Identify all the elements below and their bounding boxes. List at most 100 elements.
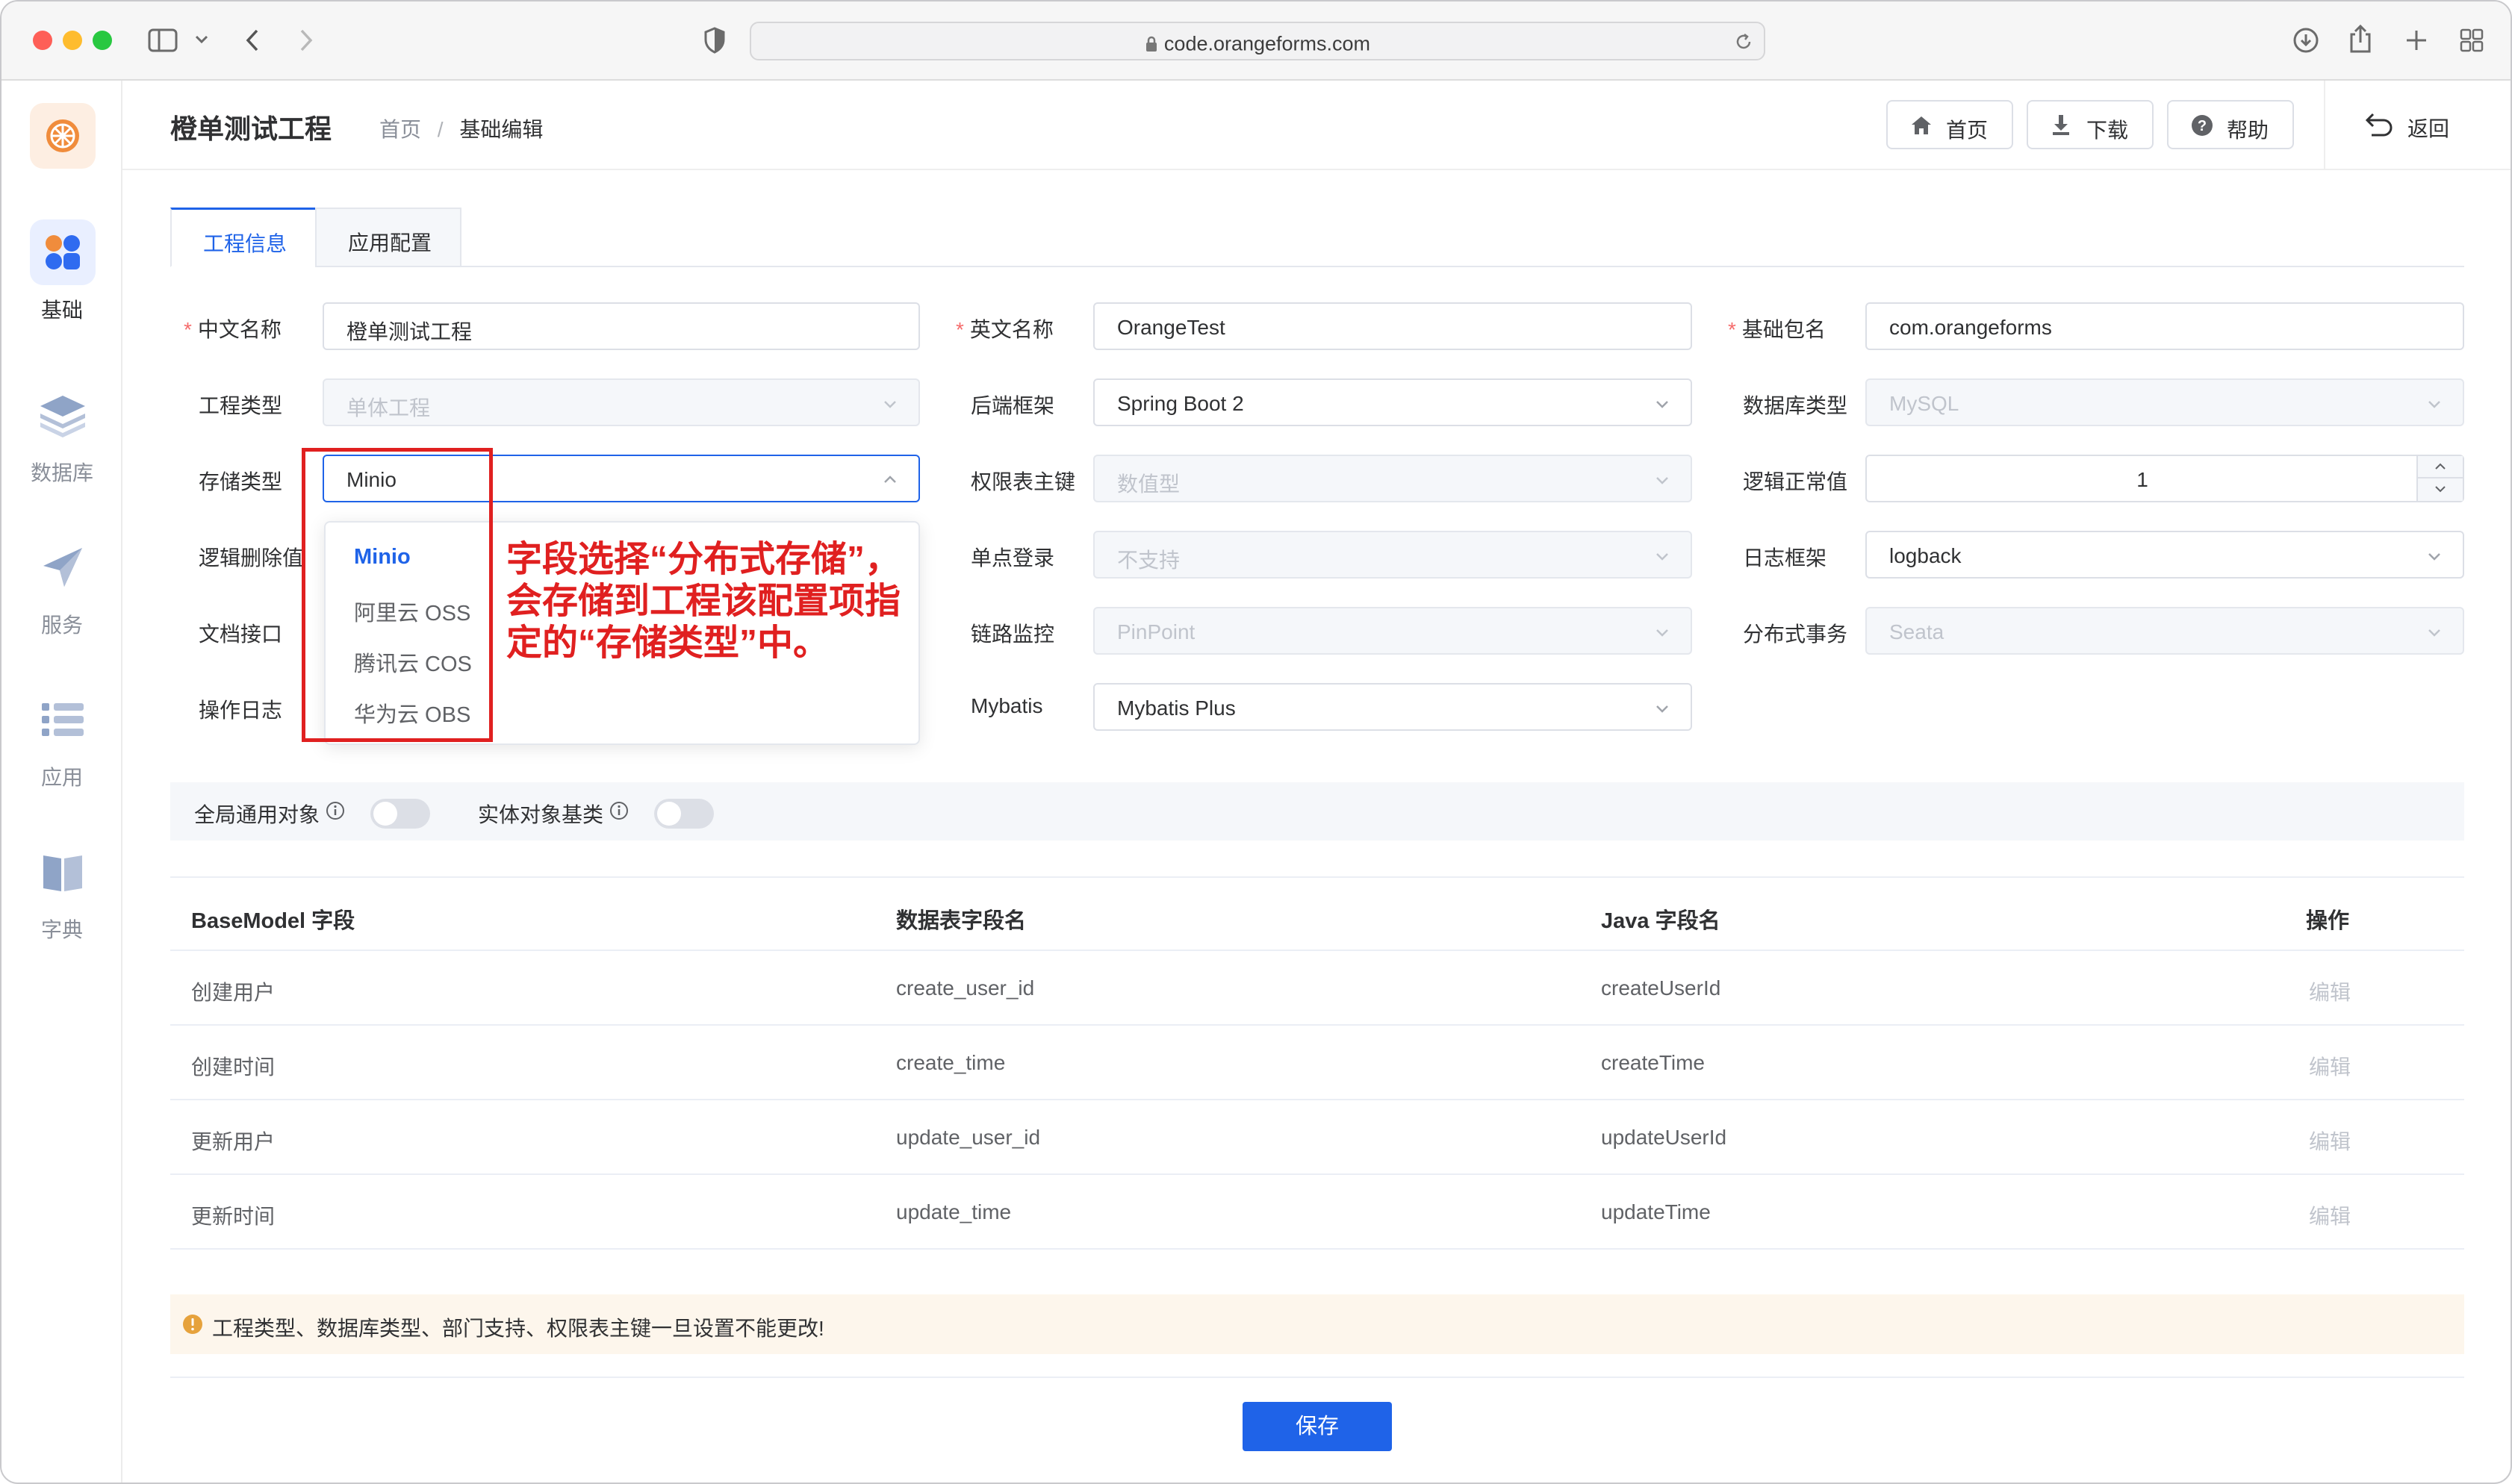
field-label: 链路监控 — [971, 623, 1055, 646]
sidebar-item-label: 字典 — [40, 918, 83, 941]
stepper-decrease-button[interactable] — [2416, 478, 2463, 501]
chevron-down-icon — [1656, 553, 1668, 561]
help-button[interactable]: ? 帮助 — [2167, 100, 2294, 149]
sidebar-item-application[interactable]: 应用 — [1, 687, 122, 821]
browser-window: code.orangeforms.com 基础 数据库 服务 应用 字典 橙单测… — [0, 0, 2512, 1484]
table-row: 更新时间 update_time updateTime 编辑 — [170, 1175, 2464, 1250]
download-icon — [2051, 113, 2071, 136]
field-label: 逻辑删除值 — [199, 546, 304, 570]
breadcrumb-current: 基础编辑 — [459, 118, 544, 141]
switch-label: 实体对象基类 — [478, 803, 604, 826]
share-icon[interactable] — [2348, 24, 2373, 54]
privacy-shield-icon[interactable] — [703, 27, 726, 54]
field-label: 文档接口 — [199, 623, 283, 646]
list-icon — [30, 687, 96, 752]
lock-icon — [1145, 36, 1158, 52]
project-type-select[interactable]: 单体工程 — [323, 378, 920, 426]
chevron-down-icon — [1656, 705, 1668, 713]
permission-key-select[interactable]: 数值型 — [1093, 455, 1692, 502]
table-header-cell: BaseModel 字段 — [191, 909, 355, 933]
warning-alert: 工程类型、数据库类型、部门支持、权限表主键一旦设置不能更改! — [170, 1294, 2464, 1354]
tab-overview-icon[interactable] — [2460, 28, 2484, 52]
field-label: 日志框架 — [1743, 546, 1827, 570]
chevron-down-icon — [1656, 401, 1668, 408]
grid-icon — [30, 219, 96, 285]
edit-link[interactable]: 编辑 — [2309, 1051, 2351, 1081]
backend-framework-select[interactable]: Spring Boot 2 — [1093, 378, 1692, 426]
breadcrumb-separator: / — [437, 118, 444, 141]
browser-toolbar: code.orangeforms.com — [1, 1, 2511, 81]
reload-icon[interactable] — [1734, 32, 1753, 52]
chevron-down-icon — [2428, 629, 2440, 637]
chevron-down-icon — [884, 401, 896, 408]
download-button[interactable]: 下载 — [2027, 100, 2154, 149]
footer-divider — [170, 1377, 2464, 1378]
back-arrow-icon[interactable] — [245, 28, 260, 52]
field-label: * 中文名称 — [184, 318, 282, 341]
info-icon — [609, 801, 629, 820]
minimize-window-button[interactable] — [63, 31, 82, 50]
chevron-down-icon[interactable] — [194, 34, 209, 45]
chevron-up-icon — [2435, 463, 2446, 470]
chevron-down-icon — [2435, 486, 2446, 493]
address-bar[interactable]: code.orangeforms.com — [750, 22, 1765, 60]
book-icon — [30, 839, 96, 905]
sidebar-item-label: 数据库 — [30, 461, 93, 484]
stepper-increase-button[interactable] — [2416, 456, 2463, 478]
trace-monitor-select[interactable]: PinPoint — [1093, 607, 1692, 655]
field-label: Mybatis — [971, 694, 1043, 717]
edit-link[interactable]: 编辑 — [2309, 1200, 2351, 1230]
undo-icon — [2364, 112, 2394, 137]
page-header: 橙单测试工程 首页 / 基础编辑 首页 下载 ? 帮助 返回 — [122, 81, 2511, 170]
table-header-cell: 操作 — [2306, 909, 2350, 933]
field-label: 单点登录 — [971, 546, 1055, 570]
download-circle-icon[interactable] — [2292, 27, 2319, 54]
app-sidebar: 基础 数据库 服务 应用 字典 — [1, 81, 122, 1483]
edit-link[interactable]: 编辑 — [2309, 1126, 2351, 1156]
save-button[interactable]: 保存 — [1243, 1402, 1392, 1451]
page-title: 橙单测试工程 — [170, 113, 332, 144]
field-label: * 基础包名 — [1728, 318, 1826, 341]
home-button[interactable]: 首页 — [1886, 100, 2013, 149]
field-label: 操作日志 — [199, 699, 283, 722]
svg-text:?: ? — [2198, 118, 2207, 134]
tab-app-config[interactable]: 应用配置 — [315, 208, 461, 267]
log-framework-select[interactable]: logback — [1865, 531, 2464, 579]
sidebar-item-database[interactable]: 数据库 — [1, 382, 122, 517]
tab-divider — [461, 266, 2464, 267]
table-row: 更新用户 update_user_id updateUserId 编辑 — [170, 1100, 2464, 1175]
send-icon — [30, 534, 96, 600]
sidebar-item-basic[interactable]: 基础 — [1, 219, 122, 354]
sso-select[interactable]: 不支持 — [1093, 531, 1692, 579]
sidebar-toggle-icon[interactable] — [148, 28, 178, 52]
entity-base-class-switch[interactable] — [654, 799, 714, 829]
back-button[interactable]: 返回 — [2355, 100, 2482, 149]
layers-icon — [30, 382, 96, 448]
sidebar-item-service[interactable]: 服务 — [1, 534, 122, 669]
forward-arrow-icon[interactable] — [299, 28, 314, 52]
annotation-text: 字段选择“分布式存储”，会存储到工程该配置项指定的“存储类型”中。 — [506, 540, 901, 663]
field-label: 分布式事务 — [1743, 623, 1848, 646]
breadcrumb-home-link[interactable]: 首页 — [379, 118, 421, 141]
edit-link[interactable]: 编辑 — [2309, 976, 2351, 1006]
chinese-name-input[interactable]: 橙单测试工程 — [323, 302, 920, 350]
logic-normal-value-stepper[interactable]: 1 — [1865, 455, 2464, 502]
distributed-tx-select[interactable]: Seata — [1865, 607, 2464, 655]
base-package-input[interactable]: com.orangeforms — [1865, 302, 2464, 350]
database-type-select[interactable]: MySQL — [1865, 378, 2464, 426]
warning-icon — [182, 1314, 203, 1335]
home-icon — [1910, 115, 1933, 136]
chevron-down-icon — [2428, 553, 2440, 561]
zoom-window-button[interactable] — [93, 31, 112, 50]
english-name-input[interactable]: OrangeTest — [1093, 302, 1692, 350]
global-object-switch[interactable] — [370, 799, 430, 829]
app-logo[interactable] — [30, 103, 96, 169]
help-icon: ? — [2191, 114, 2213, 137]
warning-text: 工程类型、数据库类型、部门支持、权限表主键一旦设置不能更改! — [212, 1317, 824, 1340]
tab-project-info[interactable]: 工程信息 — [170, 208, 317, 267]
close-window-button[interactable] — [33, 31, 52, 50]
chevron-up-icon — [884, 476, 896, 483]
mybatis-select[interactable]: Mybatis Plus — [1093, 683, 1692, 731]
sidebar-item-dictionary[interactable]: 字典 — [1, 839, 122, 973]
new-tab-icon[interactable] — [2404, 28, 2428, 52]
